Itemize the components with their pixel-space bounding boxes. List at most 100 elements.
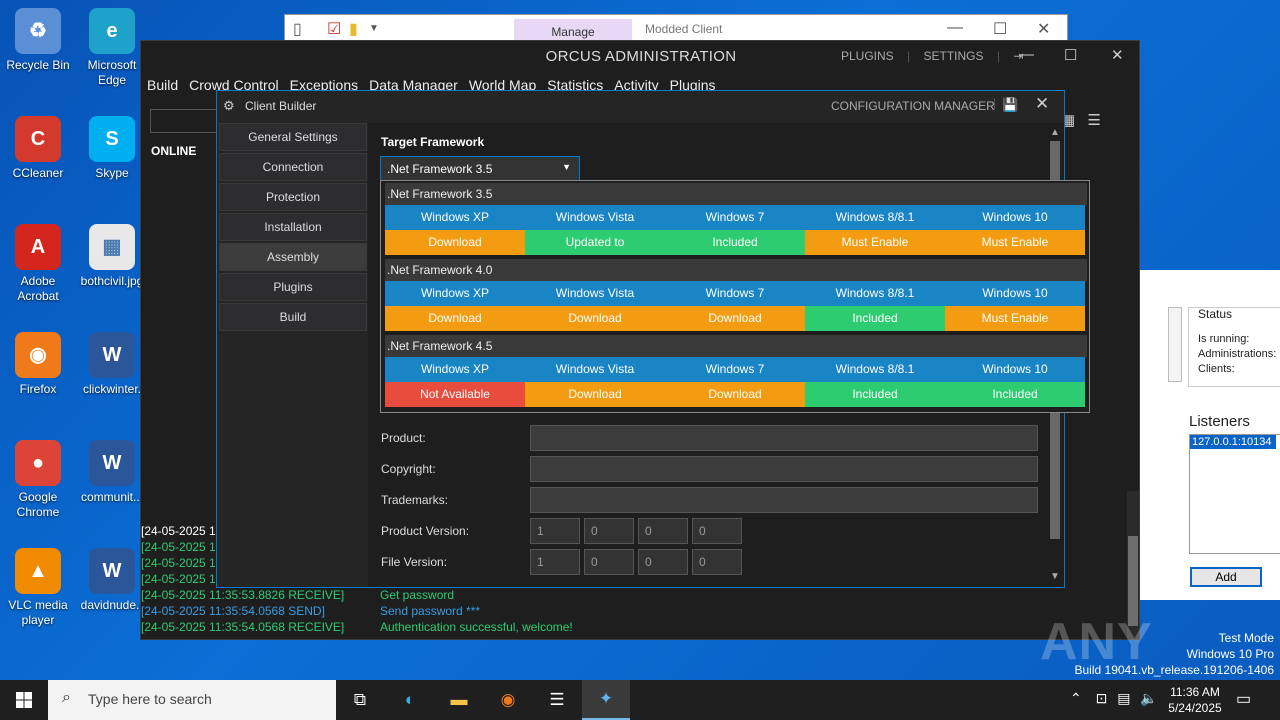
build-line: Build 19041.vb_release.191206-1406 — [1074, 663, 1275, 677]
task-view-icon[interactable]: ⧉ — [336, 680, 384, 720]
wifi-icon[interactable]: ▤ — [1117, 690, 1130, 706]
desktop-shortcut[interactable]: Wcommunit... — [74, 440, 150, 505]
version-input[interactable]: 1 — [530, 518, 580, 544]
os-row: Windows XP Windows Vista Windows 7 Windows … — [385, 281, 1087, 306]
desktop-shortcut[interactable]: ♻ Recycle Bin — [0, 8, 76, 73]
list-view-icon[interactable]: ☰ — [1087, 112, 1100, 129]
version-input[interactable]: 0 — [584, 518, 634, 544]
notification-icon[interactable]: ▭ — [1236, 689, 1251, 709]
nav-assembly[interactable]: Assembly — [219, 243, 367, 271]
nav-general-settings[interactable]: General Settings — [219, 123, 367, 151]
version-input[interactable]: 0 — [692, 518, 742, 544]
desktop-shortcut[interactable]: Wclickwinter. — [74, 332, 150, 397]
orcus-titlebar[interactable]: ORCUS ADMINISTRATION PLUGINS | SETTINGS … — [141, 41, 1139, 73]
shortcut-label: VLC media player — [8, 598, 68, 627]
version-input[interactable]: 0 — [638, 549, 688, 575]
desktop-shortcut[interactable]: e Microsoft Edge — [74, 8, 150, 88]
os-cell: Windows Vista — [525, 357, 665, 382]
server-panel: Status Is running: Administrations: Clie… — [1140, 270, 1280, 600]
close-icon[interactable]: ✕ — [1035, 94, 1049, 114]
minimize-icon[interactable]: — — [947, 19, 963, 37]
shortcut-label: bothcivil.jpg — [80, 274, 144, 288]
chevron-up-icon[interactable]: ⌃ — [1070, 690, 1082, 706]
status-cell: Not Available — [385, 382, 525, 407]
firefox-taskbar-icon[interactable]: ◉ — [484, 680, 532, 720]
framework-name: .Net Framework 4.5 — [385, 335, 1087, 357]
maximize-icon[interactable]: ☐ — [993, 19, 1007, 39]
status-cell: Must Enable — [945, 306, 1085, 331]
search-placeholder: Type here to search — [88, 691, 212, 707]
app-taskbar-icon[interactable]: ☰ — [533, 680, 581, 720]
desktop-shortcut[interactable]: S Skype — [74, 116, 150, 181]
framework-option[interactable]: .Net Framework 4.5 Windows XP Windows Vist… — [385, 335, 1087, 407]
administrations-label: Administrations: — [1198, 348, 1277, 360]
listeners-title: Listeners — [1189, 413, 1250, 430]
framework-dropdown-list[interactable]: .Net Framework 3.5 Windows XP Windows Vist… — [380, 180, 1090, 413]
desktop-shortcut[interactable]: ▲ VLC media player — [0, 548, 76, 628]
scroll-up-icon[interactable]: ▲ — [1050, 127, 1060, 138]
test-mode-text: Test Mode Windows 10 Pro Build 19041.vb_… — [1075, 630, 1275, 678]
file-explorer-icon[interactable]: ▬ — [435, 680, 483, 720]
status-cell: Download — [665, 382, 805, 407]
close-icon[interactable]: ✕ — [1111, 46, 1124, 64]
taskbar-search-input[interactable]: ⌕ Type here to search — [48, 680, 336, 720]
orcus-taskbar-icon[interactable]: ✦ — [582, 680, 630, 720]
desktop-shortcut[interactable]: C CCleaner — [0, 116, 76, 181]
nav-build[interactable]: Build — [219, 303, 367, 331]
configuration-manager-link[interactable]: CONFIGURATION MANAGER — [831, 99, 995, 113]
volume-icon[interactable]: 🔈 — [1140, 690, 1157, 706]
log-message: Authentication successful, welcome! — [380, 620, 573, 634]
shortcut-label: Skype — [95, 166, 129, 180]
listeners-list[interactable]: 127.0.0.1:10134 — [1189, 434, 1280, 554]
text-input[interactable] — [530, 456, 1038, 482]
listener-item[interactable]: 127.0.0.1:10134 — [1190, 435, 1276, 449]
field-label: Product Version: — [381, 524, 470, 538]
shortcut-label: davidnude.r — [80, 598, 144, 612]
start-button[interactable] — [0, 680, 48, 720]
maximize-icon[interactable]: ☐ — [1064, 46, 1077, 64]
status-scrollbar[interactable] — [1168, 307, 1182, 382]
minimize-icon[interactable]: — — [1019, 46, 1034, 63]
framework-name: .Net Framework 4.0 — [385, 259, 1087, 281]
framework-option[interactable]: .Net Framework 4.0 Windows XP Windows Vist… — [385, 259, 1087, 331]
desktop-shortcut[interactable]: Wdavidnude.r — [74, 548, 150, 613]
settings-link[interactable]: SETTINGS — [924, 49, 984, 63]
status-cell: Must Enable — [805, 230, 945, 255]
chevron-down-icon[interactable]: ▼ — [369, 23, 379, 34]
close-icon[interactable]: ✕ — [1037, 19, 1050, 39]
edge-taskbar-icon[interactable]: ◐ — [386, 680, 434, 720]
target-framework-select[interactable]: .Net Framework 3.5 ▼ — [380, 156, 580, 182]
text-input[interactable] — [530, 487, 1038, 513]
version-input[interactable]: 1 — [530, 549, 580, 575]
folder-icon: ▯ — [293, 21, 302, 38]
dropdown-arrow-icon: ▼ — [562, 162, 571, 172]
log-timestamp: [24-05-2025 11:35:53.8826 RECEIVE] — [141, 588, 345, 602]
version-input[interactable]: 0 — [638, 518, 688, 544]
nav-protection[interactable]: Protection — [219, 183, 367, 211]
firefox-icon: ◉ — [15, 332, 61, 378]
field-label: File Version: — [381, 555, 448, 569]
menu-item[interactable]: Build — [147, 77, 178, 93]
plugins-link[interactable]: PLUGINS — [841, 49, 894, 63]
edition-line: Windows 10 Pro — [1186, 647, 1274, 661]
nav-connection[interactable]: Connection — [219, 153, 367, 181]
framework-option[interactable]: .Net Framework 3.5 Windows XP Windows Vist… — [385, 183, 1087, 255]
desktop-shortcut[interactable]: A Adobe Acrobat — [0, 224, 76, 304]
clock[interactable]: 11:36 AM 5/24/2025 — [1160, 684, 1230, 716]
version-input[interactable]: 0 — [692, 549, 742, 575]
nav-installation[interactable]: Installation — [219, 213, 367, 241]
nav-plugins[interactable]: Plugins — [219, 273, 367, 301]
version-input[interactable]: 0 — [584, 549, 634, 575]
os-cell: Windows 8/8.1 — [805, 281, 945, 306]
network-icon[interactable]: ⊡ — [1096, 690, 1108, 706]
scroll-down-icon[interactable]: ▼ — [1050, 571, 1060, 582]
online-tab[interactable]: ONLINE — [151, 144, 196, 158]
field-label: Copyright: — [381, 462, 436, 476]
desktop-shortcut[interactable]: ● Google Chrome — [0, 440, 76, 520]
desktop-shortcut[interactable]: ◉ Firefox — [0, 332, 76, 397]
desktop-shortcut[interactable]: ▦ bothcivil.jpg — [74, 224, 150, 289]
search-input[interactable] — [150, 109, 220, 133]
text-input[interactable] — [530, 425, 1038, 451]
add-listener-button[interactable]: Add — [1190, 567, 1262, 587]
save-icon[interactable]: 💾 — [1002, 97, 1018, 113]
